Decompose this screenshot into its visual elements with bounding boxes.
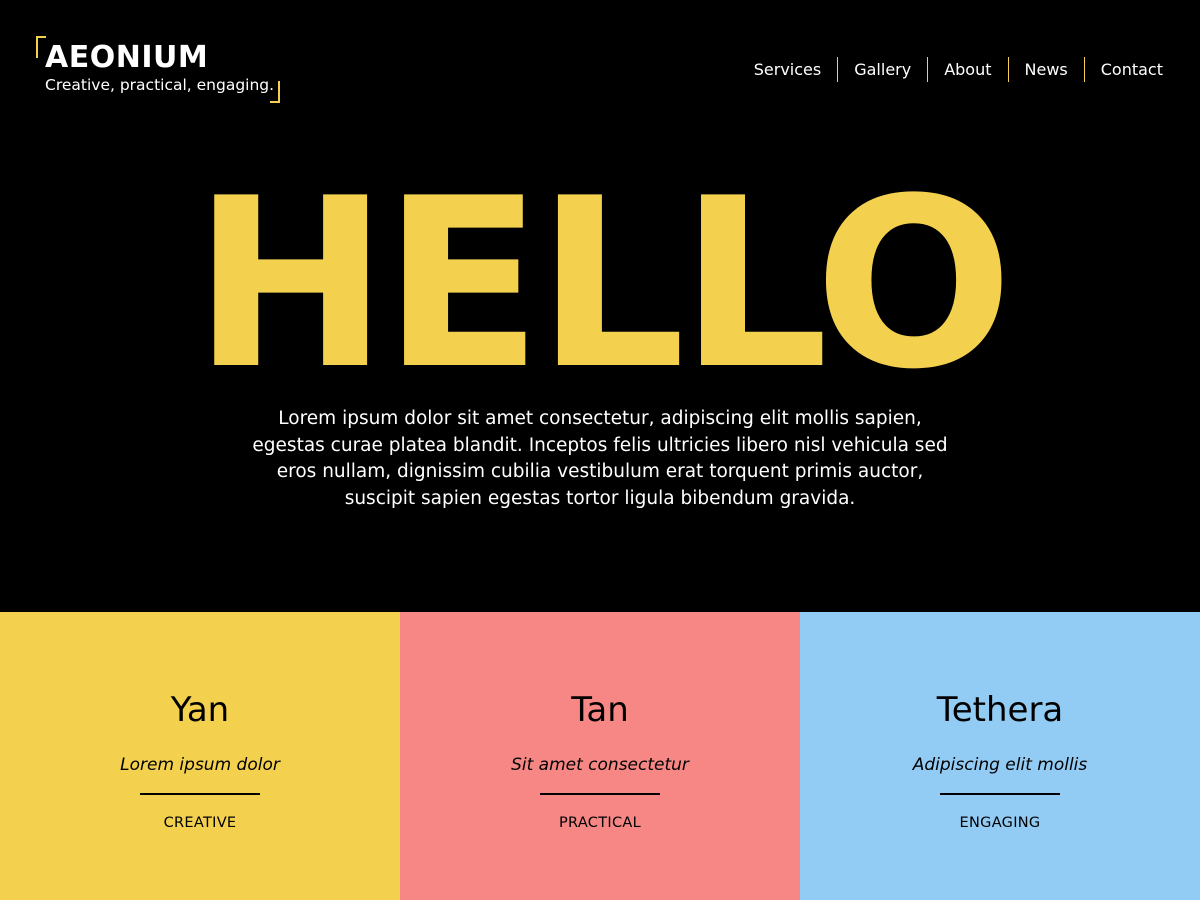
card-divider	[140, 793, 260, 795]
feature-card-yan: Yan Lorem ipsum dolor CREATIVE	[0, 612, 400, 900]
nav-item-services[interactable]: Services	[738, 57, 837, 82]
card-title: Tethera	[936, 690, 1064, 730]
feature-card-tan: Tan Sit amet consectetur PRACTICAL	[400, 612, 800, 900]
hero-body: Lorem ipsum dolor sit amet consectetur, …	[252, 408, 948, 509]
card-divider	[540, 793, 660, 795]
page: AEONIUM Creative, practical, engaging. S…	[0, 0, 1200, 900]
card-divider	[940, 793, 1060, 795]
card-title: Tan	[571, 690, 629, 730]
card-tag: CREATIVE	[163, 815, 237, 831]
brand-tagline: Creative, practical, engaging.	[45, 76, 275, 94]
card-subtitle: Lorem ipsum dolor	[120, 755, 280, 775]
nav-item-news[interactable]: News	[1007, 57, 1084, 82]
card-tag: PRACTICAL	[559, 815, 641, 831]
card-tag: ENGAGING	[959, 815, 1041, 831]
nav-item-gallery[interactable]: Gallery	[837, 57, 927, 82]
card-subtitle: Sit amet consectetur	[511, 755, 689, 775]
feature-card-tethera: Tethera Adipiscing elit mollis ENGAGING	[800, 612, 1200, 900]
card-title: Yan	[170, 690, 230, 730]
site-logo[interactable]: AEONIUM Creative, practical, engaging.	[36, 36, 280, 103]
hero-title: HELLO	[192, 149, 1013, 421]
feature-cards: Yan Lorem ipsum dolor CREATIVE Tan Sit a…	[0, 612, 1200, 900]
card-subtitle: Adipiscing elit mollis	[912, 755, 1088, 775]
brand-name: AEONIUM	[45, 40, 209, 75]
nav-item-contact[interactable]: Contact	[1083, 57, 1179, 82]
nav-item-about[interactable]: About	[927, 57, 1007, 82]
main-nav: Services Gallery About News Contact	[738, 57, 1179, 82]
